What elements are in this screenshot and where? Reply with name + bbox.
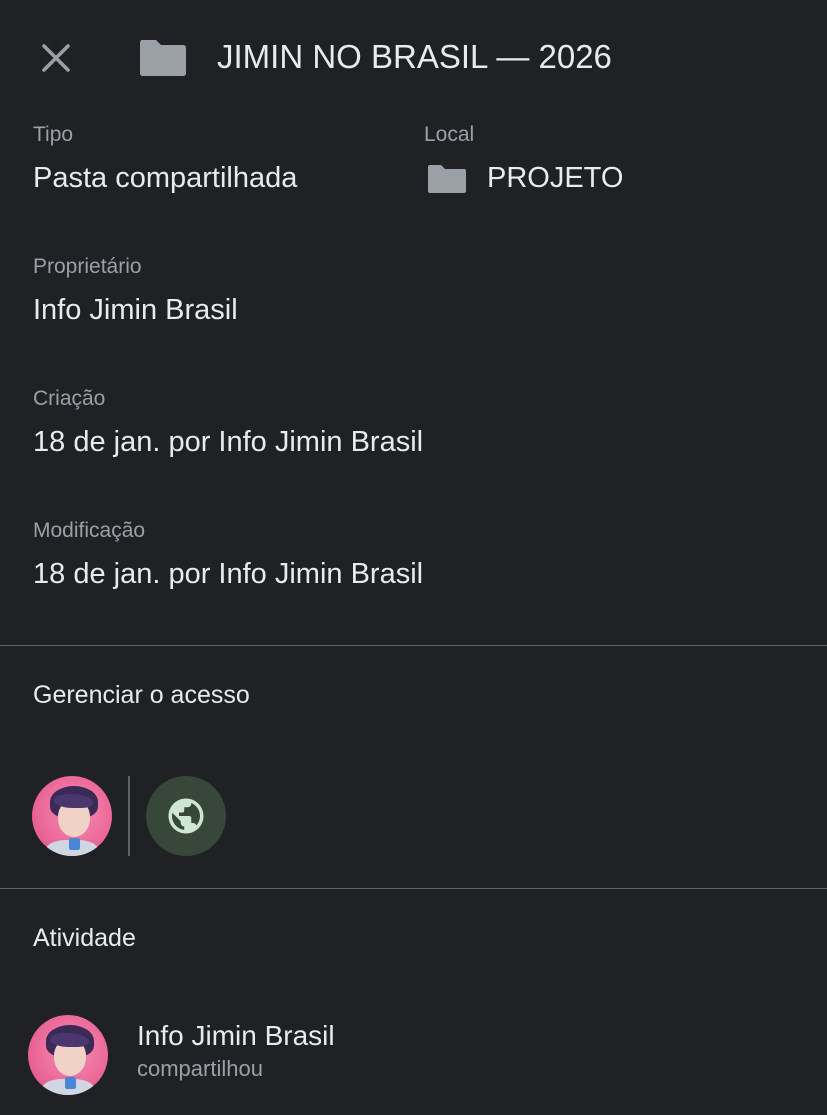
access-separator [128,776,130,856]
owner-value: Info Jimin Brasil [33,294,238,326]
type-value: Pasta compartilhada [33,162,298,194]
owner-label: Proprietário [33,255,142,278]
close-button[interactable] [30,32,82,84]
modified-value: 18 de jan. por Info Jimin Brasil [33,558,424,590]
type-label: Tipo [33,123,74,146]
details-header: JIMIN NO BRASIL — 2026 [0,0,827,112]
folder-icon [427,162,467,194]
page-title: JIMIN NO BRASIL — 2026 [217,38,612,75]
manage-access-title: Gerenciar o acesso [33,681,250,709]
owner-avatar[interactable] [32,776,112,856]
globe-icon [168,798,204,834]
activity-action: compartilhou [137,1056,263,1081]
modified-label: Modificação [33,519,146,542]
location-label: Local [424,123,475,146]
activity-title: Atividade [33,924,136,952]
location-link[interactable]: PROJETO [427,160,623,196]
location-value: PROJETO [487,162,624,194]
activity-user-name: Info Jimin Brasil [137,1020,335,1051]
divider [0,888,827,889]
activity-avatar [28,1015,108,1095]
close-icon [42,44,70,72]
divider [0,645,827,646]
created-value: 18 de jan. por Info Jimin Brasil [33,426,424,458]
folder-icon [140,40,186,76]
created-label: Criação [33,387,106,410]
general-access-button[interactable] [146,776,226,856]
